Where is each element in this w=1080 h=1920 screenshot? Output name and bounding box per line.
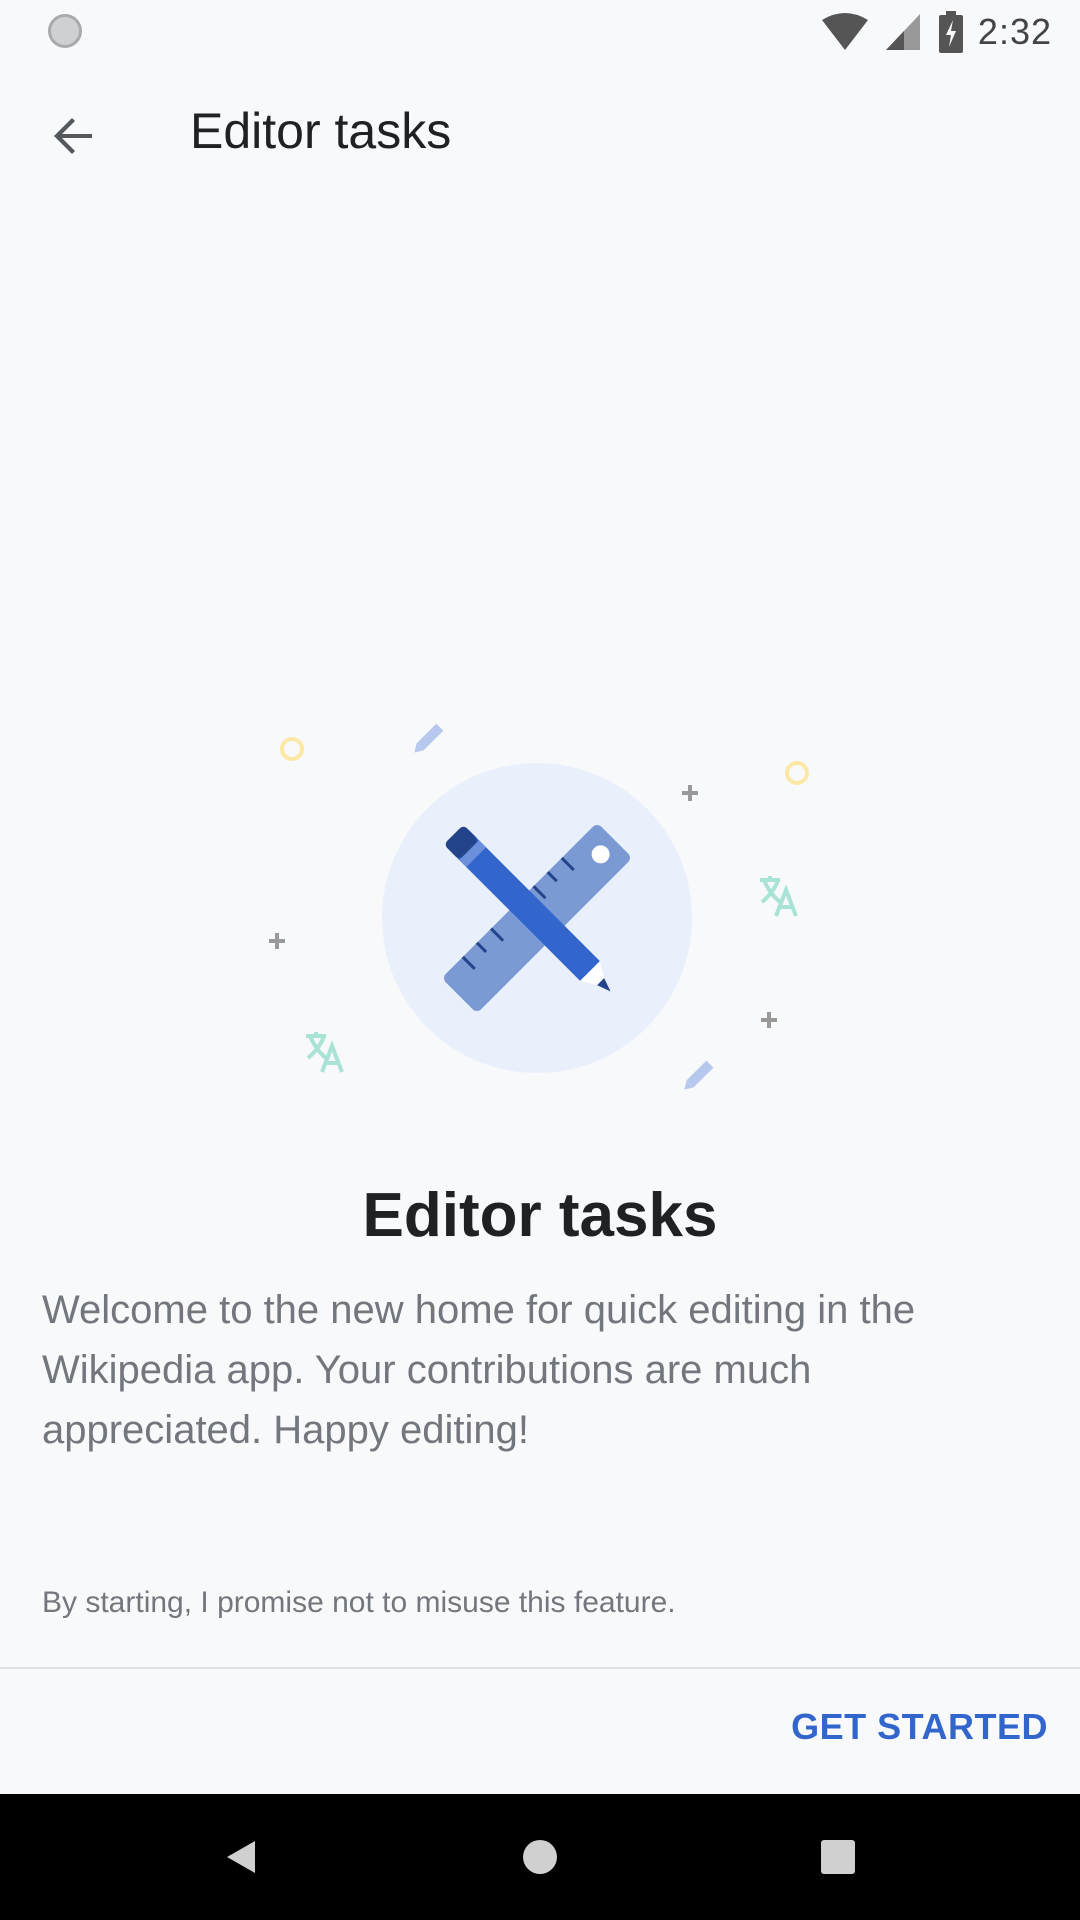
battery-charging-icon: [938, 11, 963, 53]
onboarding-heading: Editor tasks: [362, 1181, 718, 1250]
decor-translate-icon-right: [760, 876, 798, 917]
signal-icon: [885, 14, 920, 50]
toolbar-title: Editor tasks: [190, 103, 452, 159]
decor-pencil-top: [414, 723, 444, 753]
square-recents-icon: [821, 1840, 855, 1874]
divider: [0, 1667, 1080, 1669]
status-icons: 2:32: [820, 10, 1052, 54]
toolbar: Editor tasks: [0, 70, 1080, 210]
decor-plus-left: [269, 933, 285, 949]
decor-translate-icon-left: [306, 1032, 344, 1073]
onboarding-description: Welcome to the new home for quick editin…: [42, 1288, 916, 1452]
nav-recents-button[interactable]: [805, 1824, 871, 1890]
decor-plus-right: [761, 1012, 777, 1028]
editor-tasks-illustration: [0, 700, 1080, 1100]
back-button[interactable]: [34, 96, 114, 176]
navigation-bar: [0, 1794, 1080, 1920]
status-bar: 2:32: [0, 0, 1080, 64]
nav-back-button[interactable]: [208, 1824, 274, 1890]
loading-circle-icon: [48, 14, 82, 48]
decor-pencil-bottom: [684, 1060, 714, 1090]
wifi-icon: [821, 13, 868, 50]
decor-circle-right: [785, 761, 809, 785]
decor-plus-top: [682, 785, 698, 801]
get-started-button[interactable]: GET STARTED: [791, 1706, 1048, 1748]
arrow-back-icon: [54, 118, 92, 154]
circle-home-icon: [523, 1840, 557, 1874]
nav-home-button[interactable]: [507, 1824, 573, 1890]
status-time: 2:32: [977, 11, 1052, 52]
onboarding-disclaimer: By starting, I promise not to misuse thi…: [42, 1586, 676, 1619]
decor-circle-left: [280, 737, 304, 761]
triangle-back-icon: [227, 1841, 255, 1873]
